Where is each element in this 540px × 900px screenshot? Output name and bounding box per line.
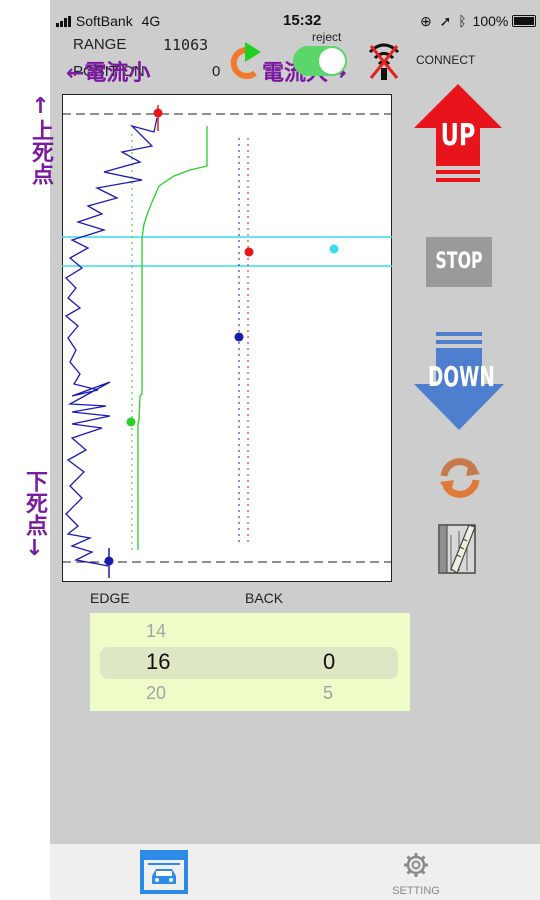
play-refresh-button[interactable]	[225, 40, 269, 84]
red-point	[244, 247, 254, 257]
network-type: 4G	[141, 13, 161, 29]
bluetooth-icon: ᛒ	[458, 13, 467, 29]
battery-icon	[512, 15, 537, 27]
wifi-disconnected-icon[interactable]	[367, 40, 401, 82]
down-label: DOWN	[427, 360, 495, 393]
picker-col2-selected[interactable]: 0	[323, 649, 335, 675]
status-time: 15:32	[283, 12, 322, 29]
top-dead-center-label: ↑上死点	[28, 94, 53, 185]
current-small-label: ←電流小	[66, 61, 151, 86]
tab-garage[interactable]	[130, 844, 220, 900]
position-value: 0	[212, 63, 221, 80]
stop-label: STOP	[435, 249, 483, 274]
reset-button[interactable]	[436, 454, 484, 502]
red-top-marker	[153, 108, 163, 118]
signal-icon	[56, 16, 71, 27]
status-bar-left: SoftBank 4G	[56, 13, 160, 29]
picker-col1-below[interactable]: 20	[146, 683, 166, 704]
range-value: 11063	[163, 36, 209, 54]
stroke-plot	[62, 94, 392, 582]
cyan-point	[329, 244, 339, 254]
plot-frame	[62, 94, 392, 582]
picker-col1-above[interactable]: 14	[146, 621, 166, 642]
reject-label: reject	[312, 30, 342, 44]
green-point	[126, 417, 136, 427]
back-label: BACK	[245, 590, 284, 606]
gear-icon	[404, 853, 428, 877]
picker-col2-below[interactable]: 5	[323, 683, 333, 704]
down-button[interactable]: DOWN	[412, 330, 506, 432]
stop-button[interactable]: STOP	[426, 237, 492, 287]
value-picker[interactable]: 14 16 20 0 5	[90, 613, 410, 711]
reject-toggle[interactable]	[293, 46, 347, 76]
picker-col1-selected[interactable]: 16	[146, 649, 170, 675]
tab-setting-label: SETTING	[392, 885, 440, 897]
up-label: UP	[440, 118, 476, 153]
carrier-name: SoftBank	[75, 13, 133, 29]
up-button[interactable]: UP	[412, 82, 504, 186]
garage-car-icon	[140, 850, 188, 894]
range-label: RANGE	[73, 36, 127, 53]
picker-selection-band	[100, 647, 398, 679]
orientation-lock-icon: ⊕	[420, 13, 432, 29]
play-icon	[245, 42, 261, 62]
connect-label: CONNECT	[416, 53, 476, 67]
calibration-ruler-button[interactable]	[437, 521, 477, 575]
tab-setting[interactable]: SETTING	[386, 844, 446, 900]
tab-bar: SETTING	[50, 843, 540, 900]
bottom-dead-center-label: 下死点↓	[22, 470, 47, 561]
location-icon: ➚	[439, 13, 452, 29]
blue-point	[234, 332, 244, 342]
battery-percent: 100%	[472, 13, 509, 29]
edge-label: EDGE	[90, 590, 130, 606]
status-bar-right: ⊕ ➚ ᛒ 100%	[420, 13, 537, 30]
blue-bottom-marker	[104, 556, 114, 566]
